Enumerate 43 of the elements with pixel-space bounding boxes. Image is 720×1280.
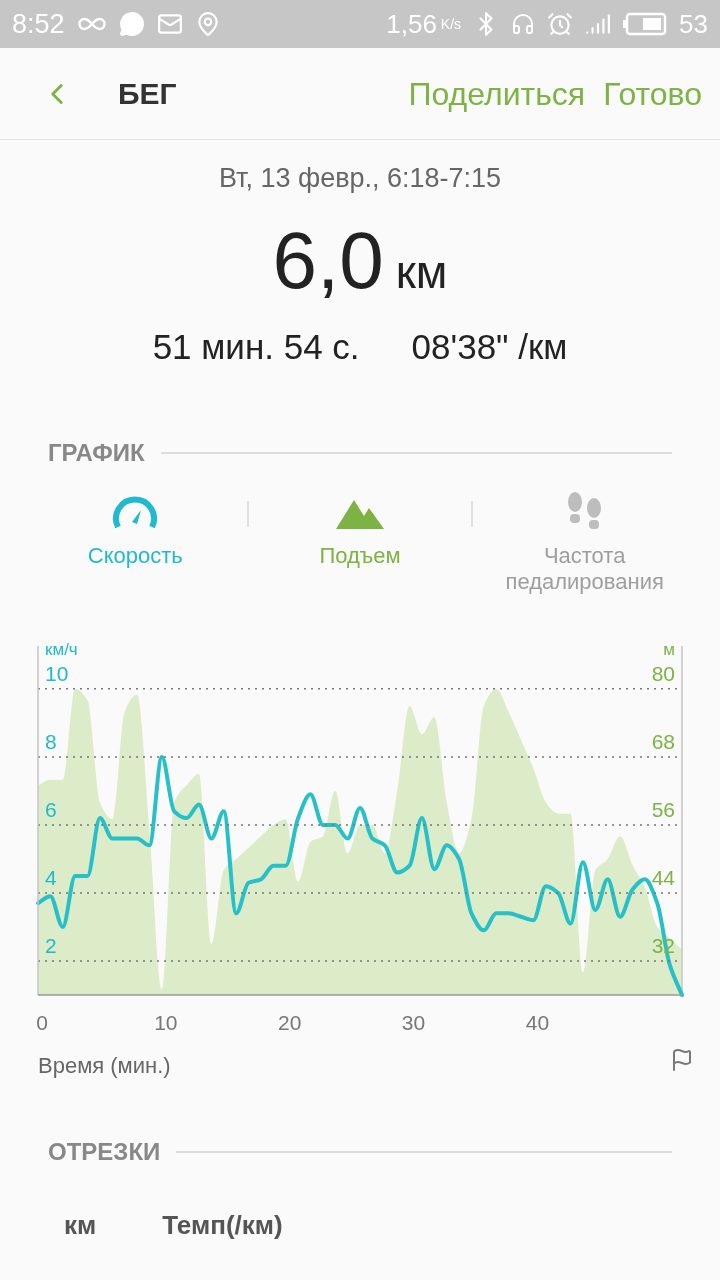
alarm-icon [547, 11, 574, 37]
axis-label: 40 [525, 1011, 550, 1034]
graph-tab[interactable]: Подъем [248, 491, 472, 603]
column-header: Темп(/км) [162, 1209, 283, 1242]
header-action-button[interactable]: Поделиться [408, 69, 586, 118]
page-title: БЕГ [118, 76, 177, 112]
axis-label: 56 [651, 798, 675, 821]
pace-value: 08'38" /км [411, 325, 568, 368]
axis-label: 44 [651, 866, 675, 889]
chat-icon [118, 11, 145, 37]
header-action-button[interactable]: Готово [603, 69, 702, 118]
axis-label: 80 [651, 662, 675, 685]
axis-unit: км/ч [45, 640, 78, 659]
axis-label: 0 [36, 1011, 48, 1034]
workout-date: Вт, 13 февр., 6:18-7:15 [218, 162, 502, 195]
battery-level: 53 [679, 7, 708, 41]
graph-tab[interactable]: Частота педалирования [473, 491, 696, 603]
section-heading: ОТРЕЗКИ [48, 1137, 161, 1167]
network-speed-unit: K/s [440, 14, 462, 34]
axis-label: 2 [45, 934, 57, 957]
graph-tab[interactable]: Скорость [24, 491, 247, 603]
finish-flag-icon [670, 1048, 694, 1072]
battery-icon [623, 12, 668, 36]
axis-unit: м [663, 640, 675, 659]
axis-label: 6 [45, 797, 57, 821]
column-header: км [64, 1209, 97, 1242]
x-axis-title: Время (мин.) [38, 1052, 171, 1080]
mail-icon [156, 11, 183, 37]
section-heading: ГРАФИК [48, 438, 145, 468]
duration-value: 51 мин. 54 с. [152, 325, 360, 368]
status-time: 8:52 [12, 7, 65, 41]
axis-label: 10 [45, 661, 69, 685]
axis-label: 4 [45, 865, 57, 889]
network-speed: 1,56 [386, 7, 437, 41]
axis-label: 10 [154, 1011, 178, 1034]
signal-icon [585, 11, 612, 37]
axis-label: 30 [401, 1011, 426, 1034]
headphones-icon [511, 12, 536, 36]
axis-label: 20 [278, 1011, 302, 1034]
distance-value: 6,0 [272, 220, 384, 301]
distance-unit: км [395, 248, 448, 295]
axis-label: 8 [45, 729, 57, 753]
axis-label: 68 [651, 730, 675, 753]
